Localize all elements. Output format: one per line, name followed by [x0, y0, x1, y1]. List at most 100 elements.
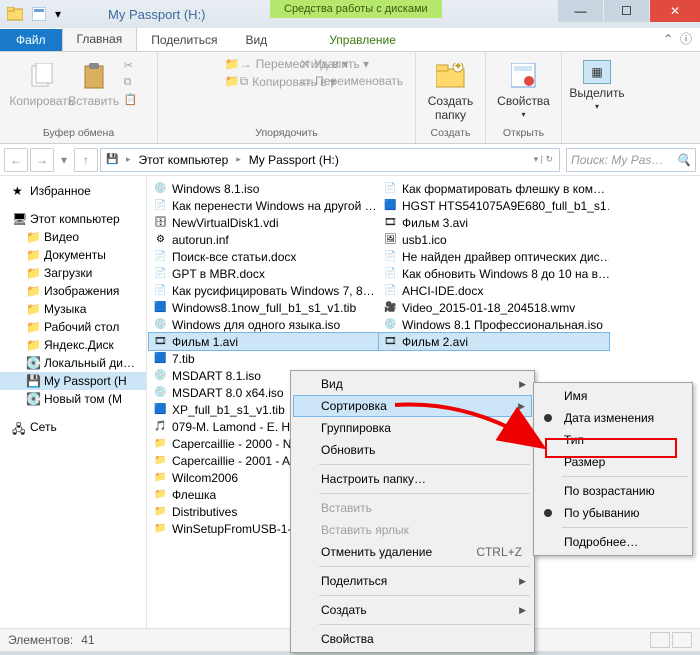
menu-item[interactable]: Создать▶	[293, 599, 532, 621]
file-item[interactable]: 📄Не найден драйвер оптических дис…	[379, 248, 609, 265]
menu-item[interactable]: Группировка▶	[293, 417, 532, 439]
menu-item[interactable]: Дата изменения	[536, 407, 690, 429]
tree-localdisk[interactable]: 💽Локальный ди…	[0, 354, 146, 372]
qat-properties-icon[interactable]	[28, 4, 50, 24]
tree-desktop[interactable]: 📁Рабочий стол	[0, 318, 146, 336]
tab-share[interactable]: Поделиться	[137, 29, 231, 51]
icons-view-button[interactable]	[672, 632, 692, 648]
tree-passport[interactable]: 💾My Passport (H	[0, 372, 146, 390]
up-button[interactable]: ↑	[74, 148, 98, 172]
history-dropdown[interactable]: ▾	[56, 148, 72, 172]
file-item[interactable]: 🟦Windows8.1now_full_b1_s1_v1.tib	[149, 299, 379, 316]
menu-item[interactable]: Отменить удалениеCTRL+Z	[293, 541, 532, 563]
file-item[interactable]: 🟦7.tib	[149, 350, 379, 367]
tree-network[interactable]: 🖧Сеть	[0, 418, 146, 436]
menu-item[interactable]: Настроить папку…	[293, 468, 532, 490]
tree-music[interactable]: 📁Музыка	[0, 300, 146, 318]
menu-item-label: Свойства	[321, 632, 374, 646]
tab-main[interactable]: Главная	[62, 27, 138, 51]
menu-item[interactable]: По убыванию	[536, 502, 690, 524]
back-button[interactable]: ←	[4, 148, 28, 172]
menu-item[interactable]: Сортировка▶	[293, 395, 532, 417]
file-icon: 📁	[153, 436, 168, 451]
contextual-tab-label[interactable]: Средства работы с дисками	[270, 0, 442, 18]
paste-button[interactable]: Вставить	[70, 56, 118, 108]
file-item[interactable]: 📄Как обновить Windows 8 до 10 на в…	[379, 265, 609, 282]
menu-item: Вставить ярлык	[293, 519, 532, 541]
menu-item[interactable]: Свойства	[293, 628, 532, 650]
menu-item[interactable]: Обновить	[293, 439, 532, 461]
menu-item[interactable]: Имя	[536, 385, 690, 407]
file-item[interactable]: 🗄NewVirtualDisk1.vdi	[149, 214, 379, 231]
qat-explorer-icon[interactable]	[4, 4, 26, 24]
minimize-button[interactable]: —	[558, 0, 603, 22]
details-view-button[interactable]	[650, 632, 670, 648]
file-item[interactable]: 📄Как перенести Windows на другой …	[149, 197, 379, 214]
ribbon-toggle-icon[interactable]: ⌃ ⓘ	[655, 26, 700, 51]
tab-view[interactable]: Вид	[231, 29, 281, 51]
file-item[interactable]: 🎥Video_2015-01-18_204518.wmv	[379, 299, 609, 316]
delete-button[interactable]: ✕Удалить ▾	[298, 56, 405, 72]
tab-manage[interactable]: Управление	[315, 29, 410, 51]
menu-item[interactable]: Поделиться▶	[293, 570, 532, 592]
refresh-icon[interactable]: ▾ | ↻	[532, 154, 555, 165]
file-item[interactable]: 💿Windows 8.1.iso	[149, 180, 379, 197]
search-input[interactable]: Поиск: My Pas… 🔍	[566, 148, 696, 172]
tree-video[interactable]: 📁Видео	[0, 228, 146, 246]
new-folder-button[interactable]: ✦Создать папку	[427, 56, 475, 122]
paste-shortcut-icon[interactable]: 📋	[122, 92, 140, 107]
tree-documents[interactable]: 📁Документы	[0, 246, 146, 264]
submenu-arrow-icon: ▶	[518, 401, 525, 412]
menu-item[interactable]: Тип	[536, 429, 690, 451]
file-item[interactable]: 🎞Фильм 1.avi	[149, 333, 379, 350]
sort-submenu[interactable]: ИмяДата измененияТипРазмер По возрастанию…	[533, 382, 693, 556]
tree-favorites[interactable]: ★Избранное	[0, 182, 146, 200]
tab-file[interactable]: Файл	[0, 29, 62, 51]
file-name: GPT в MBR.docx	[172, 267, 265, 281]
file-item[interactable]: 🖼usb1.ico	[379, 231, 609, 248]
file-item[interactable]: 🟦HGST HTS541075A9E680_full_b1_s1…	[379, 197, 609, 214]
copy-path-icon[interactable]: ⧉	[122, 75, 140, 90]
menu-item[interactable]: Вид▶	[293, 373, 532, 395]
menu-item[interactable]: По возрастанию	[536, 480, 690, 502]
maximize-button[interactable]: ☐	[604, 0, 649, 22]
file-item[interactable]: 📄Как русифицировать Windows 7, 8…	[149, 282, 379, 299]
file-item[interactable]: ⚙autorun.inf	[149, 231, 379, 248]
file-item[interactable]: 📄Как форматировать флешку в ком…	[379, 180, 609, 197]
tree-yadisk[interactable]: 📁Яндекс.Диск	[0, 336, 146, 354]
file-item[interactable]: 🎞Фильм 3.avi	[379, 214, 609, 231]
file-item[interactable]: 🎞Фильм 2.avi	[379, 333, 609, 350]
quick-access-toolbar: ▾	[0, 2, 68, 26]
tree-images[interactable]: 📁Изображения	[0, 282, 146, 300]
tree-this-pc[interactable]: 🖥Этот компьютер	[0, 210, 146, 228]
properties-button[interactable]: Свойства▾	[500, 56, 548, 119]
select-button[interactable]: ▦Выделить▾	[573, 56, 621, 111]
copy-button[interactable]: Копировать	[18, 56, 66, 108]
context-menu[interactable]: Вид▶Сортировка▶Группировка▶Обновить Настр…	[290, 370, 535, 653]
crumb-location[interactable]: My Passport (H:)	[247, 153, 341, 167]
menu-item-label: Подробнее…	[564, 535, 638, 549]
tree-newvol[interactable]: 💽Новый том (М	[0, 390, 146, 408]
breadcrumb[interactable]: 💾 ▸ Этот компьютер ▸ My Passport (H:) ▾ …	[100, 148, 560, 172]
file-item[interactable]: 💿Windows для одного языка.iso	[149, 316, 379, 333]
group-open-label: Открыть	[503, 127, 544, 141]
menu-item-label: Отменить удаление	[321, 545, 432, 559]
rename-button[interactable]: ▭Переименовать	[298, 73, 405, 89]
cut-icon[interactable]: ✂	[122, 58, 140, 73]
file-item[interactable]: 📄AHCI-IDE.docx	[379, 282, 609, 299]
file-item[interactable]: 📄Поиск-все статьи.docx	[149, 248, 379, 265]
file-item[interactable]: 💿Windows 8.1 Профессиональная.iso	[379, 316, 609, 333]
close-button[interactable]: ✕	[650, 0, 700, 22]
crumb-root[interactable]: Этот компьютер	[137, 153, 231, 167]
menu-item-label: Настроить папку…	[321, 472, 426, 486]
file-icon: 🎥	[383, 300, 398, 315]
forward-button[interactable]: →	[30, 148, 54, 172]
menu-item[interactable]: Размер	[536, 451, 690, 473]
file-name: NewVirtualDisk1.vdi	[172, 216, 278, 230]
menu-item[interactable]: Подробнее…	[536, 531, 690, 553]
file-name: Флешка	[172, 488, 216, 502]
file-item[interactable]: 📄GPT в MBR.docx	[149, 265, 379, 282]
tree-downloads[interactable]: 📁Загрузки	[0, 264, 146, 282]
navigation-tree[interactable]: ★Избранное 🖥Этот компьютер 📁Видео 📁Докум…	[0, 176, 147, 628]
qat-dropdown-icon[interactable]: ▾	[52, 4, 64, 24]
